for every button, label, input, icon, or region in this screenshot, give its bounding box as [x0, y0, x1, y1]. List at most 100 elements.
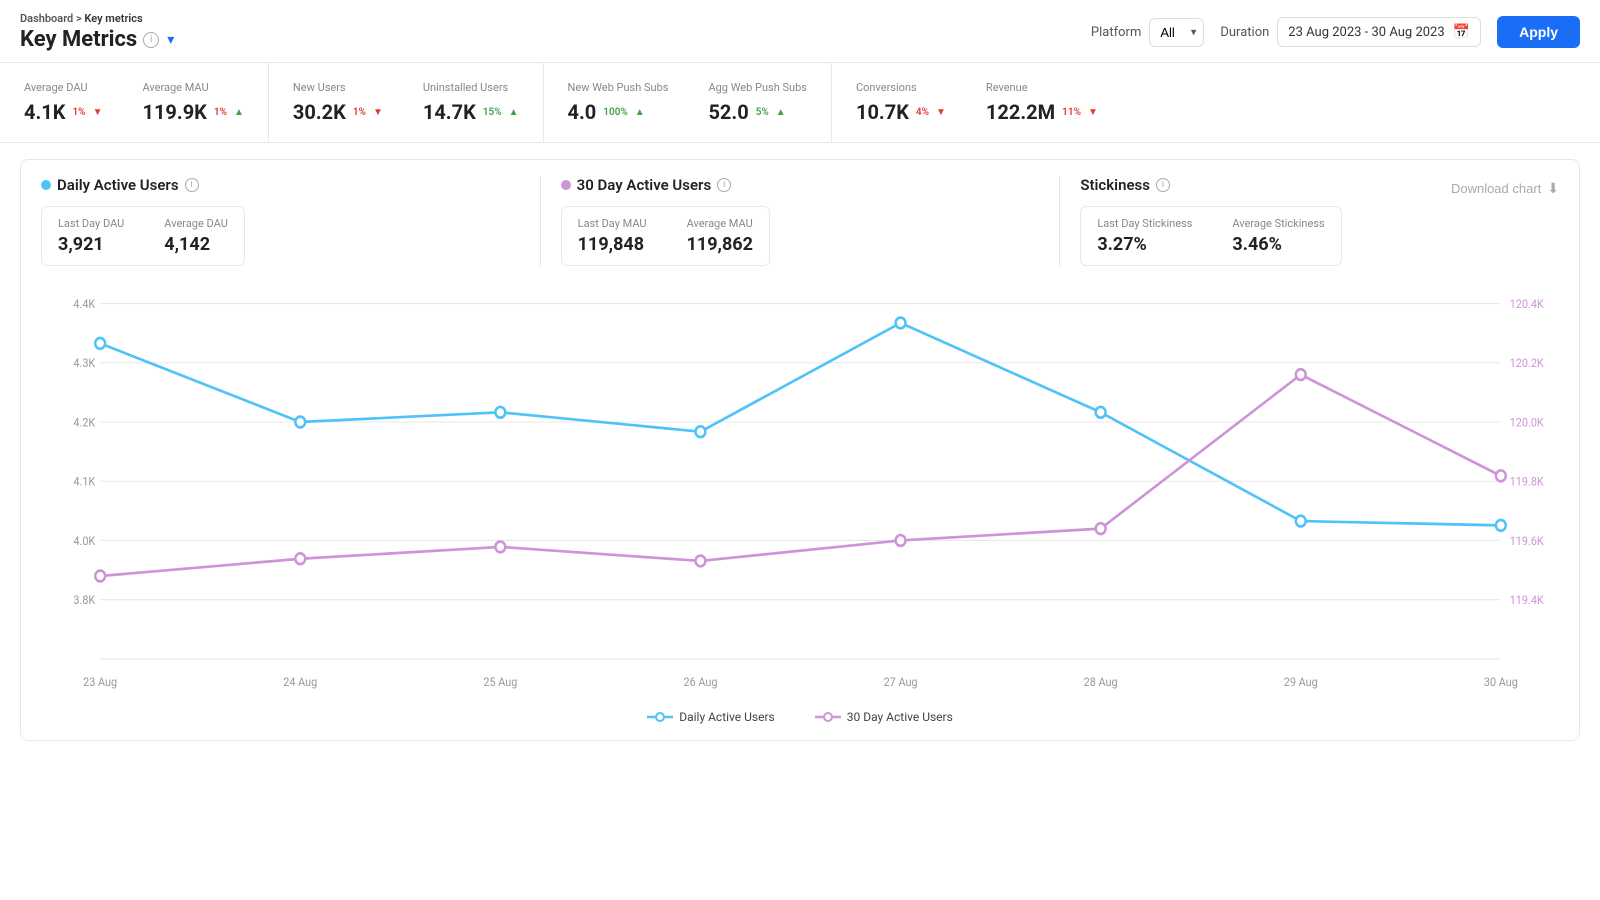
metrics-bar: Average DAU 4.1K 1% ▼ Average MAU 119.9K… — [0, 63, 1600, 143]
new-users-arrow: ▼ — [373, 107, 383, 118]
dau-point-0 — [95, 338, 105, 349]
dau-point-1 — [295, 417, 305, 428]
chart-headers: Daily Active Users i Last Day DAU 3,921 … — [41, 176, 1559, 266]
svg-text:30 Aug: 30 Aug — [1484, 674, 1518, 689]
dau-title: Daily Active Users — [57, 176, 179, 194]
svg-text:119.8K: 119.8K — [1510, 474, 1545, 489]
chart-legend: Daily Active Users 30 Day Active Users — [41, 710, 1559, 724]
stickiness-avg-stat: Average Stickiness 3.46% — [1232, 217, 1324, 255]
metric-avg-dau: Average DAU 4.1K 1% ▼ — [24, 81, 102, 124]
svg-text:29 Aug: 29 Aug — [1284, 674, 1318, 689]
divider-1 — [540, 176, 541, 266]
metric-group-4: Conversions 10.7K 4% ▼ Revenue 122.2M 11… — [832, 63, 1122, 142]
mau-last-day-stat: Last Day MAU 119,848 — [578, 217, 647, 255]
svg-text:24 Aug: 24 Aug — [283, 674, 317, 689]
svg-text:3.8K: 3.8K — [73, 593, 96, 608]
revenue-arrow: ▼ — [1088, 107, 1098, 118]
calendar-icon: 📅 — [1453, 24, 1470, 40]
conversions-arrow: ▼ — [936, 107, 946, 118]
mau-title: 30 Day Active Users — [577, 176, 712, 194]
mau-point-1 — [295, 553, 305, 564]
download-icon: ⬇ — [1547, 180, 1559, 197]
mau-stats-box: Last Day MAU 119,848 Average MAU 119,862 — [561, 206, 770, 266]
mau-avg-stat: Average MAU 119,862 — [687, 217, 753, 255]
dau-info-icon[interactable]: i — [185, 178, 199, 192]
platform-label: Platform — [1091, 25, 1141, 40]
svg-text:23 Aug: 23 Aug — [83, 674, 117, 689]
metric-new-push: New Web Push Subs 4.0 100% ▲ — [568, 81, 669, 124]
dau-avg-stat: Average DAU 4,142 — [164, 217, 228, 255]
breadcrumb: Dashboard > Key metrics — [20, 12, 174, 25]
dau-point-2 — [495, 407, 505, 418]
svg-text:26 Aug: 26 Aug — [683, 674, 717, 689]
svg-text:4.4K: 4.4K — [73, 296, 96, 311]
svg-text:4.1K: 4.1K — [73, 474, 96, 489]
mau-point-0 — [95, 571, 105, 582]
page-title-chevron[interactable]: ▾ — [167, 32, 174, 48]
mau-point-5 — [1096, 523, 1106, 534]
metric-conversions: Conversions 10.7K 4% ▼ — [856, 81, 946, 124]
dau-point-5 — [1096, 407, 1106, 418]
svg-text:27 Aug: 27 Aug — [884, 674, 918, 689]
mau-point-2 — [495, 542, 505, 553]
dau-dot — [41, 180, 51, 190]
svg-text:4.3K: 4.3K — [73, 356, 96, 371]
divider-2 — [1059, 176, 1060, 266]
agg-push-arrow: ▲ — [776, 107, 786, 118]
stickiness-info-icon[interactable]: i — [1156, 178, 1170, 192]
legend-dau-line-icon — [647, 710, 673, 724]
apply-button[interactable]: Apply — [1497, 16, 1580, 48]
line-chart: .grid-line { stroke: #e8e8e8; stroke-wid… — [41, 282, 1559, 702]
metric-group-2: New Users 30.2K 1% ▼ Uninstalled Users 1… — [269, 63, 544, 142]
mau-point-3 — [696, 556, 706, 567]
legend-dau: Daily Active Users — [647, 710, 775, 724]
svg-text:119.6K: 119.6K — [1510, 533, 1545, 548]
svg-text:25 Aug: 25 Aug — [483, 674, 517, 689]
metric-uninstalled: Uninstalled Users 14.7K 15% ▲ — [423, 81, 519, 124]
page-title: Key Metrics — [20, 27, 137, 52]
metric-group-1: Average DAU 4.1K 1% ▼ Average MAU 119.9K… — [0, 63, 269, 142]
mau-header: 30 Day Active Users i Last Day MAU 119,8… — [561, 176, 1040, 266]
stickiness-title: Stickiness — [1080, 176, 1150, 194]
dau-point-4 — [896, 318, 906, 329]
stickiness-stats-box: Last Day Stickiness 3.27% Average Sticki… — [1080, 206, 1341, 266]
mau-point-4 — [896, 535, 906, 546]
legend-mau: 30 Day Active Users — [815, 710, 953, 724]
metric-agg-push: Agg Web Push Subs 52.0 5% ▲ — [708, 81, 807, 124]
platform-select[interactable]: All — [1149, 18, 1204, 47]
legend-mau-line-icon — [815, 710, 841, 724]
chart-section: Daily Active Users i Last Day DAU 3,921 … — [20, 159, 1580, 741]
mau-point-6 — [1296, 369, 1306, 380]
dau-point-3 — [696, 426, 706, 437]
duration-label: Duration — [1220, 25, 1269, 40]
dau-arrow: ▼ — [93, 107, 103, 118]
chart-container: .grid-line { stroke: #e8e8e8; stroke-wid… — [41, 282, 1559, 702]
dau-stats-box: Last Day DAU 3,921 Average DAU 4,142 — [41, 206, 245, 266]
metric-new-users: New Users 30.2K 1% ▼ — [293, 81, 383, 124]
dau-point-7 — [1496, 520, 1506, 531]
metric-group-3: New Web Push Subs 4.0 100% ▲ Agg Web Pus… — [544, 63, 832, 142]
svg-text:120.0K: 120.0K — [1510, 415, 1545, 430]
svg-text:4.0K: 4.0K — [73, 533, 96, 548]
uninstalled-arrow: ▲ — [509, 107, 519, 118]
download-area: Download chart ⬇ — [1368, 176, 1559, 197]
svg-text:120.2K: 120.2K — [1510, 356, 1545, 371]
dau-header: Daily Active Users i Last Day DAU 3,921 … — [41, 176, 520, 266]
dau-point-6 — [1296, 516, 1306, 527]
page-info-icon[interactable]: i — [143, 32, 159, 48]
dau-last-day-stat: Last Day DAU 3,921 — [58, 217, 124, 255]
metric-revenue: Revenue 122.2M 11% ▼ — [986, 81, 1098, 124]
download-chart-button[interactable]: Download chart ⬇ — [1451, 180, 1559, 197]
mau-point-7 — [1496, 470, 1506, 481]
stickiness-header: Stickiness i Last Day Stickiness 3.27% A… — [1080, 176, 1367, 266]
mau-arrow: ▲ — [234, 107, 244, 118]
svg-text:28 Aug: 28 Aug — [1084, 674, 1118, 689]
mau-info-icon[interactable]: i — [717, 178, 731, 192]
svg-text:4.2K: 4.2K — [73, 415, 96, 430]
new-push-arrow: ▲ — [635, 107, 645, 118]
svg-text:119.4K: 119.4K — [1510, 593, 1545, 608]
stickiness-last-day-stat: Last Day Stickiness 3.27% — [1097, 217, 1192, 255]
date-range-input[interactable]: 23 Aug 2023 - 30 Aug 2023 📅 — [1277, 17, 1481, 47]
mau-dot — [561, 180, 571, 190]
svg-text:120.4K: 120.4K — [1510, 296, 1545, 311]
